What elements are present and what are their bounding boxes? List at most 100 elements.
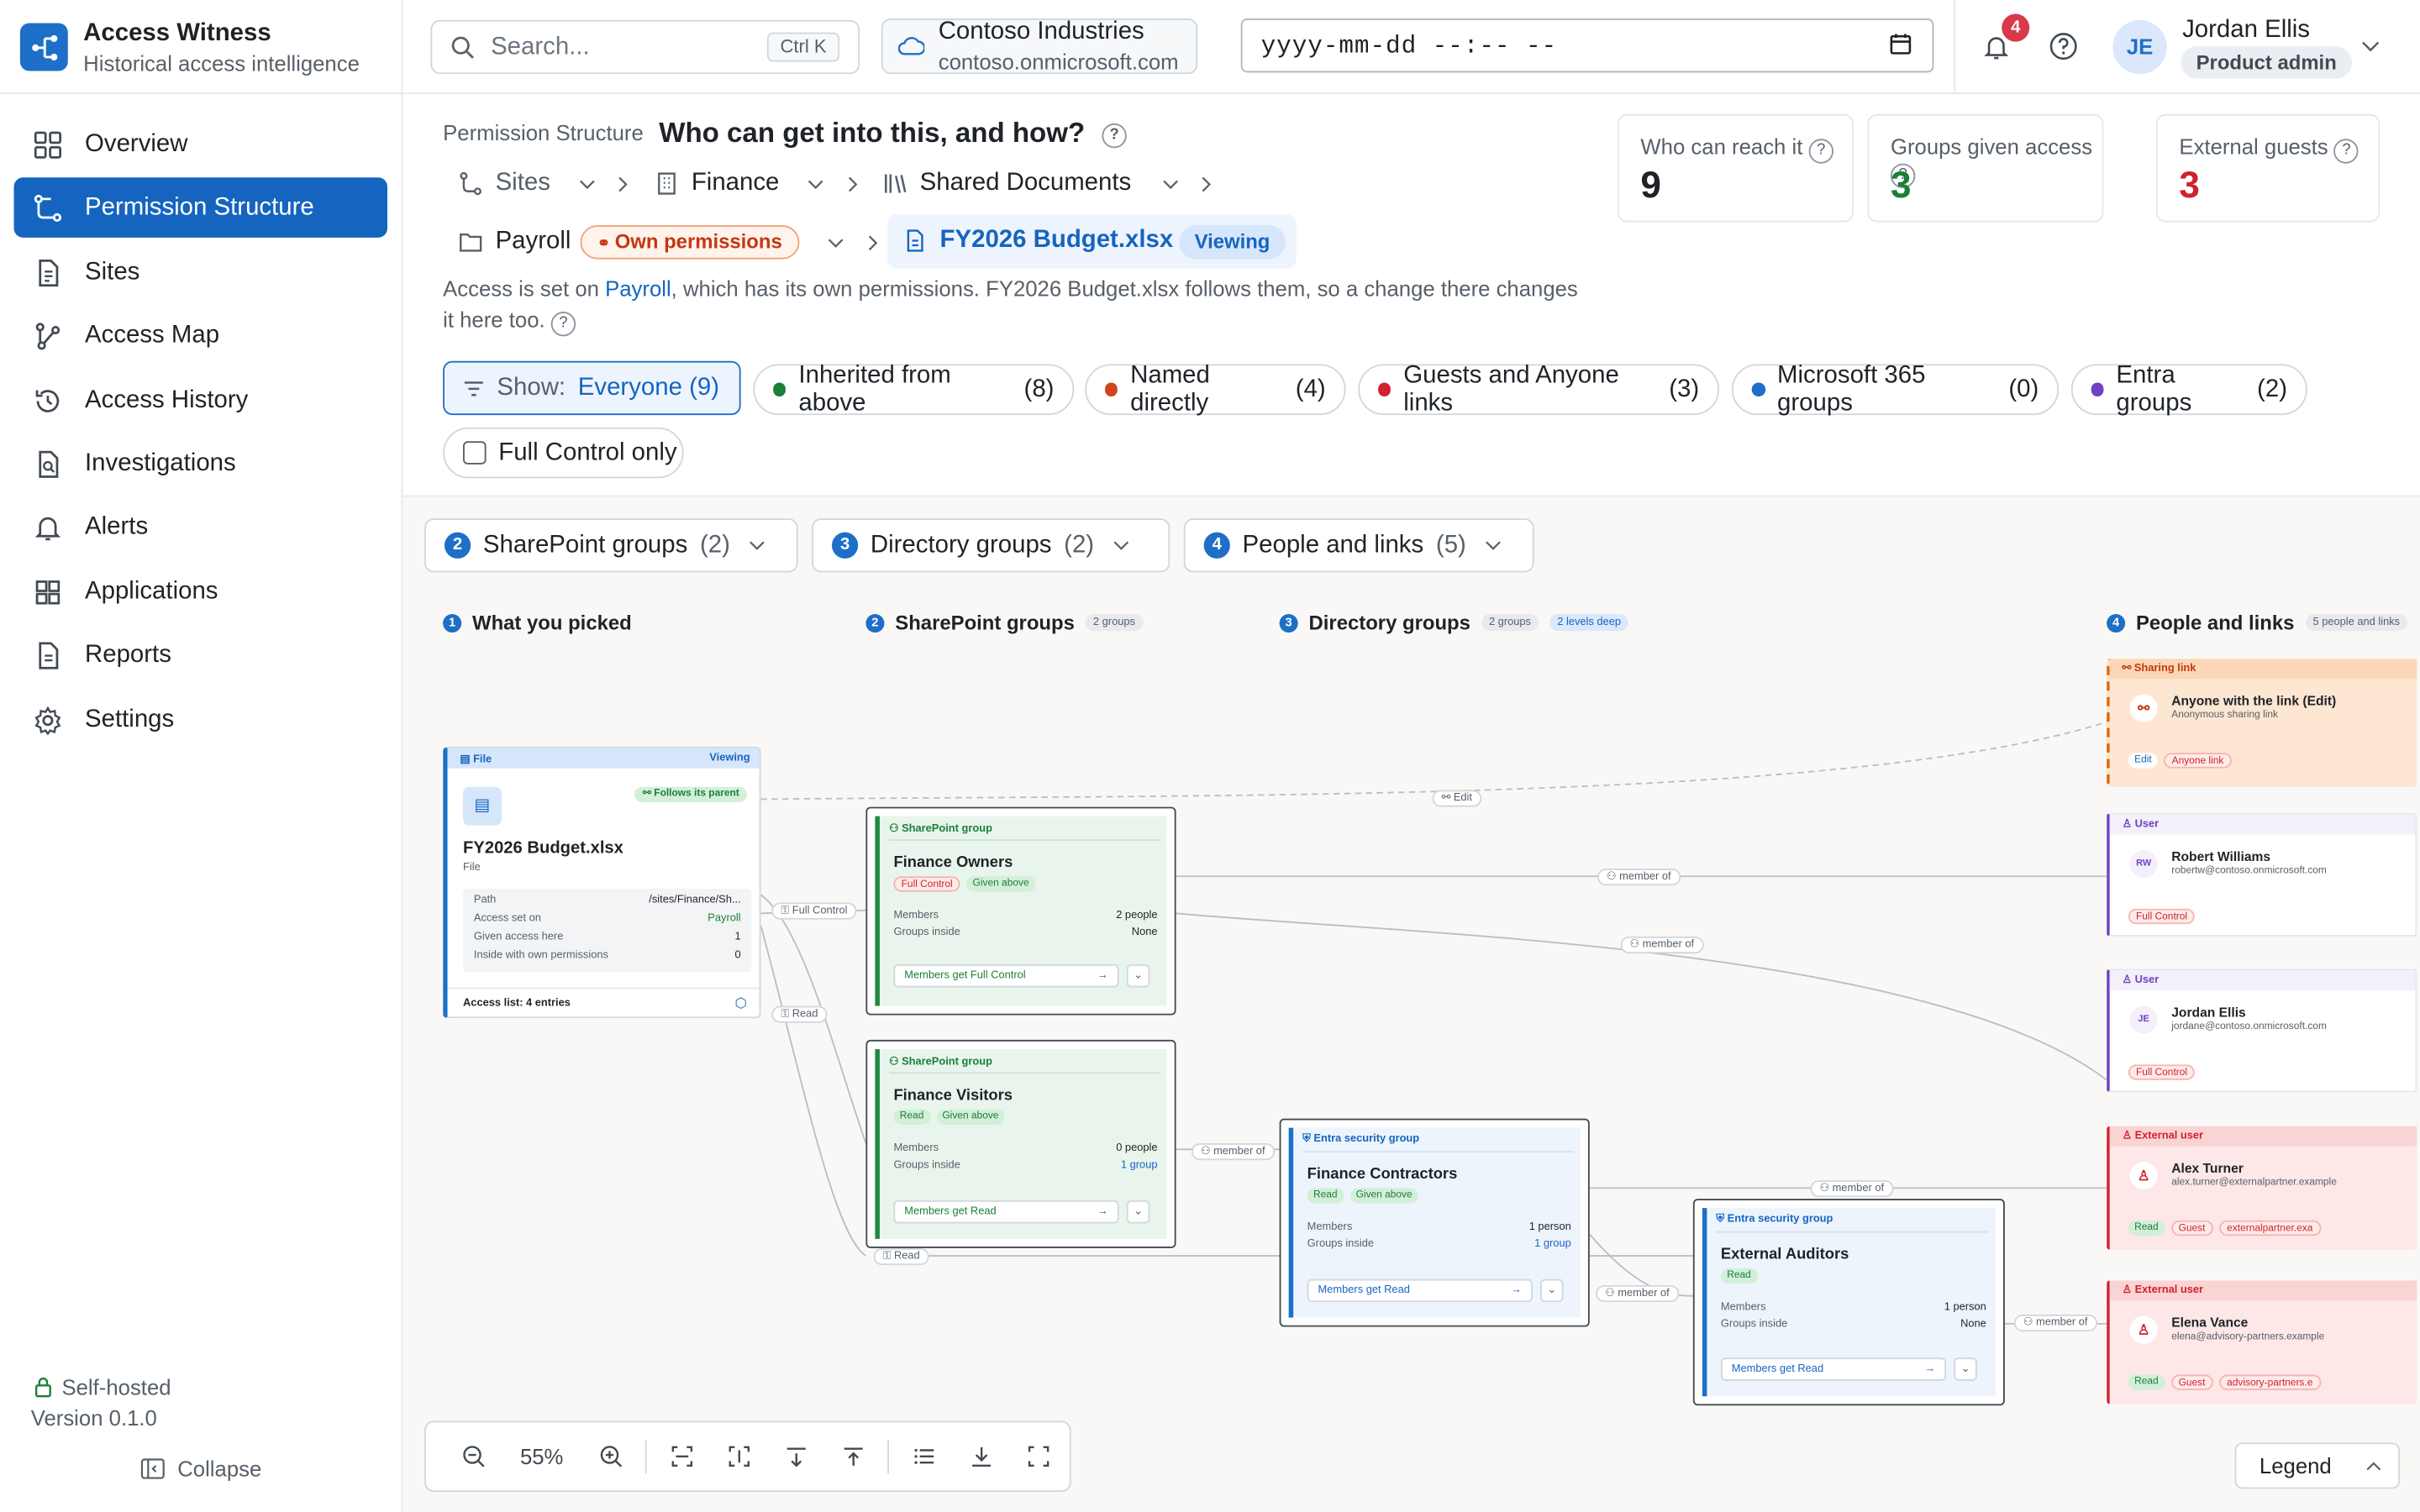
arrow-right-icon: → bbox=[1097, 970, 1108, 982]
node-kind: ⛨ Entra security group bbox=[1302, 1133, 1420, 1145]
permission-tag: Full Control bbox=[893, 876, 960, 892]
person-name: Robert Williams bbox=[2171, 848, 2271, 864]
button-label: Members get Read bbox=[1318, 1284, 1410, 1296]
arrow-right-icon: → bbox=[1924, 1363, 1936, 1375]
edge-label-text: Read bbox=[792, 1009, 818, 1021]
members-value: 0 people bbox=[1116, 1142, 1158, 1154]
group-name: Finance Visitors bbox=[893, 1087, 1013, 1105]
sp-group-finance-owners[interactable]: ⚇ SharePoint group Finance Owners Full C… bbox=[865, 806, 1176, 1016]
person-card-elena-vance[interactable]: ♙ External user ♙ Elena Vance elena@advi… bbox=[2107, 1280, 2417, 1404]
file-details: Path/sites/Finance/Sh... Access set on Pa… bbox=[463, 888, 752, 973]
members-get-button[interactable]: Members get Read → bbox=[1720, 1357, 1947, 1381]
card-kind: ⚯ Sharing link bbox=[2109, 659, 2417, 680]
person-sub: Anonymous sharing link bbox=[2171, 709, 2278, 721]
fullscreen-icon[interactable] bbox=[1009, 1433, 1066, 1479]
person-tag: externalpartner.exa bbox=[2218, 1220, 2321, 1236]
zoom-level: 55% bbox=[519, 1444, 564, 1469]
edge-label-text: Full Control bbox=[792, 906, 848, 916]
edge-label: ⚇ member of bbox=[1810, 1180, 1894, 1198]
list-view-icon[interactable] bbox=[895, 1433, 952, 1479]
person-card-anyone-link[interactable]: ⚯ Sharing link ⚯ Anyone with the link (E… bbox=[2107, 659, 2417, 787]
members-get-button[interactable]: Members get Full Control → bbox=[893, 963, 1119, 988]
edge-label-text: Read bbox=[893, 1251, 920, 1263]
edge-label-text: member of bbox=[2036, 1317, 2088, 1329]
detail-key: Inside with own permissions bbox=[473, 950, 608, 962]
edge-label: ⚇ member of bbox=[1597, 869, 1681, 886]
edge-label: ⚿ Read bbox=[873, 1247, 929, 1266]
expand-all-icon[interactable] bbox=[767, 1433, 824, 1479]
edge-label: ⚇ member of bbox=[1596, 1284, 1679, 1303]
permission-tag: Read bbox=[1720, 1268, 1758, 1284]
person-avatar: RW bbox=[2129, 850, 2158, 879]
dir-group-finance-contractors[interactable]: ⛨ Entra security group Finance Contracto… bbox=[1279, 1118, 1590, 1327]
person-sub: jordane@contoso.onmicrosoft.com bbox=[2171, 1021, 2327, 1032]
fit-width-icon[interactable] bbox=[653, 1433, 710, 1479]
edge-label: ⚯ Edit bbox=[1432, 790, 1482, 807]
edge-label-text: member of bbox=[1213, 1146, 1265, 1158]
sp-group-finance-visitors[interactable]: ⚇ SharePoint group Finance Visitors Read… bbox=[865, 1039, 1176, 1248]
zoom-out-icon[interactable] bbox=[445, 1433, 502, 1479]
detail-value: 1 bbox=[734, 932, 741, 943]
node-kind: ⛨ Entra security group bbox=[1716, 1214, 1833, 1226]
detail-key: Path bbox=[473, 895, 497, 906]
expand-chevron-icon[interactable]: ⌄ bbox=[1126, 1200, 1150, 1224]
detail-value: /sites/Finance/Sh... bbox=[649, 895, 741, 906]
person-card-robert-williams[interactable]: ♙ User RW Robert Williams robertw@contos… bbox=[2107, 812, 2417, 937]
detail-value: 0 bbox=[734, 950, 741, 962]
fit-height-icon[interactable] bbox=[710, 1433, 767, 1479]
person-card-jordan-ellis[interactable]: ♙ User JE Jordan Ellis jordane@contoso.o… bbox=[2107, 969, 2417, 1093]
card-kind: ♙ User bbox=[2109, 970, 2416, 991]
members-value: 1 person bbox=[1944, 1302, 1986, 1314]
person-tag: advisory-partners.e bbox=[2218, 1374, 2321, 1390]
members-label: Members bbox=[1307, 1221, 1353, 1233]
file-name: FY2026 Budget.xlsx bbox=[463, 839, 623, 858]
edge-label: ⚇ member of bbox=[1191, 1142, 1275, 1161]
node-kind: ⚇ SharePoint group bbox=[888, 823, 992, 835]
collapse-all-icon[interactable] bbox=[824, 1433, 881, 1479]
file-icon: ▤ bbox=[463, 786, 502, 826]
hexagon-icon[interactable]: ⬡ bbox=[735, 995, 747, 1012]
file-node[interactable]: ▤ File Viewing ▤ ⚯ Follows its parent FY… bbox=[443, 746, 761, 1019]
person-sub: elena@advisory-partners.example bbox=[2171, 1331, 2325, 1342]
inside-value: None bbox=[1131, 927, 1158, 938]
permission-tag: Read bbox=[1307, 1188, 1344, 1204]
members-label: Members bbox=[893, 1142, 939, 1154]
canvas-toolbar: 55% bbox=[424, 1420, 1071, 1493]
external-user-icon: ♙ bbox=[2129, 1162, 2158, 1190]
edge-label-text: member of bbox=[1619, 871, 1671, 883]
detail-key: Given access here bbox=[473, 932, 564, 943]
edge-label-text: member of bbox=[1618, 1288, 1670, 1299]
inside-label: Groups inside bbox=[1307, 1238, 1375, 1250]
inside-value[interactable]: 1 group bbox=[1534, 1239, 1571, 1250]
inherit-tag: Given above bbox=[1349, 1188, 1419, 1204]
person-name: Jordan Ellis bbox=[2171, 1004, 2246, 1021]
inherit-tag: Given above bbox=[936, 1109, 1005, 1125]
person-card-alex-turner[interactable]: ♙ External user ♙ Alex Turner alex.turne… bbox=[2107, 1126, 2417, 1250]
button-label: Members get Read bbox=[1731, 1363, 1824, 1375]
inside-value[interactable]: 1 group bbox=[1121, 1160, 1158, 1171]
graph-edges bbox=[760, 721, 2107, 1325]
group-name: Finance Contractors bbox=[1307, 1166, 1458, 1184]
expand-chevron-icon[interactable]: ⌄ bbox=[1126, 963, 1150, 988]
button-label: Members get Full Control bbox=[904, 970, 1026, 982]
members-get-button[interactable]: Members get Read → bbox=[893, 1200, 1119, 1224]
edge-label: ⚇ member of bbox=[2013, 1314, 2097, 1332]
external-user-icon: ♙ bbox=[2129, 1315, 2158, 1344]
download-icon[interactable] bbox=[952, 1433, 1009, 1479]
members-get-button[interactable]: Members get Read → bbox=[1307, 1278, 1533, 1303]
person-tag: Guest bbox=[2170, 1374, 2213, 1390]
legend-toggle[interactable]: Legend bbox=[2234, 1442, 2401, 1489]
zoom-in-icon[interactable] bbox=[581, 1433, 639, 1479]
expand-chevron-icon[interactable]: ⌄ bbox=[1540, 1278, 1564, 1303]
expand-chevron-icon[interactable]: ⌄ bbox=[1954, 1357, 1977, 1381]
node-kind: ▤ File bbox=[460, 754, 492, 766]
inherit-tag: Given above bbox=[966, 876, 1035, 892]
members-label: Members bbox=[893, 910, 939, 921]
access-list-link[interactable]: Access list: 4 entries bbox=[463, 998, 571, 1009]
dir-group-external-auditors[interactable]: ⛨ Entra security group External Auditors… bbox=[1692, 1199, 2005, 1406]
person-tag: Anyone link bbox=[2164, 753, 2232, 769]
edge-label-text: member of bbox=[1832, 1183, 1885, 1194]
card-kind: ♙ External user bbox=[2109, 1126, 2417, 1147]
inside-label: Groups inside bbox=[893, 1160, 960, 1172]
edge-label: ⚿ Read bbox=[771, 1005, 828, 1023]
